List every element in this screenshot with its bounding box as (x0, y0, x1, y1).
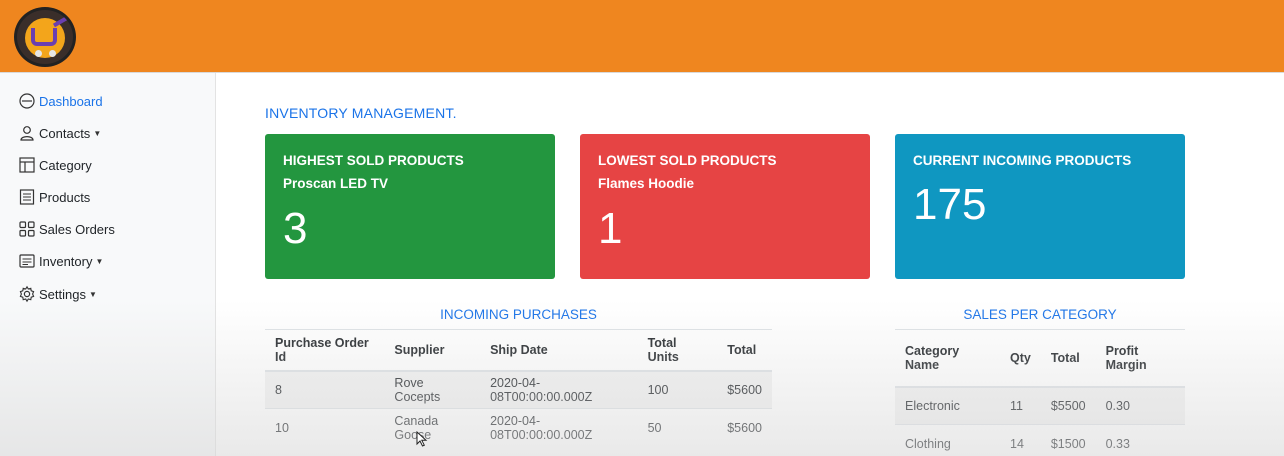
page-title: INVENTORY MANAGEMENT. (265, 105, 457, 121)
caret-down-icon: ▼ (93, 128, 102, 138)
sidebar-item-contacts[interactable]: Contacts ▼ (18, 122, 101, 144)
sales-per-category-table: Category Name Qty Total Profit Margin El… (895, 329, 1185, 456)
column-header: Purchase Order Id (265, 329, 385, 372)
sidebar-item-label: Settings (39, 286, 86, 302)
incoming-purchases-title: INCOMING PURCHASES (440, 307, 597, 322)
incoming-purchases-table: Purchase Order Id Supplier Ship Date Tot… (265, 329, 772, 447)
table-cell: Electronic (895, 386, 1000, 425)
table-cell: $5600 (717, 370, 772, 409)
main-content: INVENTORY MANAGEMENT. HIGHEST SOLD PRODU… (216, 73, 1284, 456)
mouse-cursor-icon (416, 430, 428, 450)
table-cell: 0.30 (1095, 386, 1185, 425)
four-squares-icon (18, 220, 36, 238)
card-value: 175 (913, 180, 987, 229)
card-product: Proscan LED TV (283, 176, 389, 191)
card-title: CURRENT INCOMING PRODUCTS (913, 153, 1132, 168)
sidebar-item-settings[interactable]: Settings ▼ (18, 283, 97, 305)
card-title: HIGHEST SOLD PRODUCTS (283, 153, 464, 168)
table-cell: 50 (637, 408, 718, 447)
inventory-list-icon (18, 252, 36, 270)
sidebar-item-label: Sales Orders (39, 221, 115, 237)
table-cell: Canada Goose (384, 408, 481, 447)
table-cell: 11 (1000, 386, 1041, 425)
person-icon (18, 124, 36, 142)
card-product: Flames Hoodie (598, 176, 695, 191)
table-cell: 2020-04-08T00:00:00.000Z (480, 370, 638, 409)
document-list-icon (18, 188, 36, 206)
lowest-sold-card: LOWEST SOLD PRODUCTS Flames Hoodie 1 (580, 134, 870, 279)
table-row[interactable]: Clothing 14 $1500 0.33 (895, 424, 1185, 456)
table-row[interactable]: Electronic 11 $5500 0.30 (895, 386, 1185, 425)
caret-down-icon: ▼ (95, 256, 104, 266)
incoming-products-card: CURRENT INCOMING PRODUCTS 175 (895, 134, 1185, 279)
table-header-row: Category Name Qty Total Profit Margin (895, 329, 1185, 388)
sidebar-item-sales-orders[interactable]: Sales Orders (18, 218, 115, 240)
table-grid-icon (18, 156, 36, 174)
gear-icon (18, 285, 36, 303)
sales-per-category-title: SALES PER CATEGORY (963, 307, 1117, 322)
column-header: Total Units (637, 329, 718, 372)
sidebar-item-label: Contacts (39, 125, 91, 141)
highest-sold-card: HIGHEST SOLD PRODUCTS Proscan LED TV 3 (265, 134, 555, 279)
table-header-row: Purchase Order Id Supplier Ship Date Tot… (265, 329, 772, 372)
column-header: Category Name (895, 329, 1000, 388)
table-cell: 0.33 (1095, 424, 1185, 456)
top-header-bar (0, 0, 1284, 73)
table-cell: $5600 (717, 408, 772, 447)
table-cell: 100 (637, 370, 718, 409)
table-cell: 8 (265, 370, 385, 409)
app-logo-icon[interactable] (14, 7, 76, 67)
table-cell: $1500 (1040, 424, 1096, 456)
dashboard-circle-icon (18, 92, 36, 110)
column-header: Total (1040, 329, 1096, 388)
table-cell: $5500 (1040, 386, 1096, 425)
column-header: Total (717, 329, 772, 372)
table-row[interactable]: 8 Rove Cocepts 2020-04-08T00:00:00.000Z … (265, 370, 772, 409)
sidebar-item-inventory[interactable]: Inventory ▼ (18, 250, 103, 272)
sidebar-item-label: Inventory (39, 253, 93, 269)
sidebar-item-label: Category (39, 157, 92, 173)
column-header: Supplier (384, 329, 481, 372)
column-header: Qty (1000, 329, 1041, 388)
caret-down-icon: ▼ (88, 289, 97, 299)
table-cell: 2020-04-08T00:00:00.000Z (480, 408, 638, 447)
card-title: LOWEST SOLD PRODUCTS (598, 153, 777, 168)
table-cell: Clothing (895, 424, 1000, 456)
table-cell: 10 (265, 408, 385, 447)
table-row[interactable]: 10 Canada Goose 2020-04-08T00:00:00.000Z… (265, 408, 772, 447)
table-cell: Rove Cocepts (384, 370, 481, 409)
sidebar-item-category[interactable]: Category (18, 154, 92, 176)
table-cell: 14 (1000, 424, 1041, 456)
sidebar-item-dashboard[interactable]: Dashboard (18, 90, 103, 112)
sidebar-item-products[interactable]: Products (18, 186, 90, 208)
sidebar-item-label: Dashboard (39, 93, 103, 109)
card-value: 3 (283, 204, 308, 253)
card-value: 1 (598, 204, 623, 253)
sidebar-item-label: Products (39, 189, 91, 205)
column-header: Ship Date (480, 329, 638, 372)
column-header: Profit Margin (1095, 329, 1185, 388)
sidebar: Dashboard Contacts ▼ Category Products S… (0, 73, 216, 456)
